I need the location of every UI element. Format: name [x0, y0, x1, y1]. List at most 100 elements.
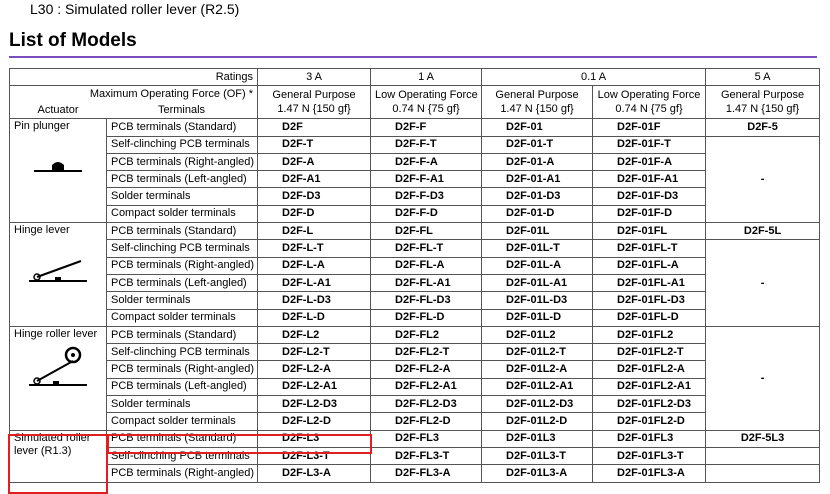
model-number: D2F-L-D3 — [257, 291, 372, 310]
model-number: D2F-01FL2 — [592, 325, 707, 345]
model-number: D2F-FL3-T — [370, 446, 483, 466]
model-number: D2F-L-A — [257, 256, 372, 275]
terminal-type: PCB terminals (Right-angled) — [105, 152, 259, 172]
table-row: Hinge lever PCB terminals (Standard) D2F-L… — [9, 222, 821, 327]
model-number: D2F-L2 — [257, 325, 372, 345]
model-number: D2F-F — [370, 118, 483, 137]
force-label: Maximum Operating Force (OF) * — [89, 88, 254, 101]
model-number: D2F-01-A1 — [481, 170, 594, 189]
model-number: D2F-F-T — [370, 135, 483, 154]
model-number: D2F-F-D — [370, 204, 483, 224]
terminal-type: Compact solder terminals — [105, 308, 259, 327]
force-col-1-name: General Purpose — [272, 89, 356, 102]
actuator-cell: Hinge lever — [9, 222, 107, 327]
model-number: D2F-01FL2-D3 — [592, 395, 707, 414]
model-number: D2F-FL-D3 — [370, 291, 483, 310]
terminal-type: Solder terminals — [105, 187, 259, 206]
model-5a: D2F-5L3 — [705, 429, 821, 448]
model-number: D2F-L — [257, 222, 372, 241]
model-number: D2F-01L2-A1 — [481, 377, 594, 397]
ratings-label: Ratings — [8, 67, 259, 87]
model-number: D2F-FL-D — [370, 308, 483, 327]
terminal-type: Compact solder terminals — [105, 412, 259, 431]
model-number: D2F-01L3 — [481, 429, 594, 448]
model-number: D2F-01FL2-A1 — [592, 377, 707, 397]
model-number: D2F-01FL-D — [592, 308, 707, 327]
model-number: D2F-FL3-A — [370, 464, 483, 483]
model-number: D2F-01L3-A — [481, 464, 594, 483]
model-number: D2F-FL2-T — [370, 343, 483, 362]
actuator-name: Pin plunger — [14, 120, 70, 133]
model-number: D2F-L2-D — [257, 412, 372, 431]
terminal-type: Solder terminals — [105, 395, 259, 414]
model-number: D2F-01F-D — [592, 204, 707, 224]
table-row: PCB terminals (Left-angled) D2F-A1 D2F-F-A… — [10, 170, 820, 189]
terminal-type: PCB terminals (Standard) — [105, 222, 259, 241]
model-number: D2F-01L2 — [481, 325, 594, 345]
model-number: D2F-01L — [481, 222, 594, 241]
pin-plunger-icon — [14, 151, 102, 185]
force-col-3-name: General Purpose — [495, 89, 579, 102]
model-number: D2F-01F-D3 — [592, 187, 707, 206]
models-table: Ratings 3 A 1 A 0.1 A 5 A Maximum Operat… — [8, 67, 821, 483]
rating-1a: 1 A — [370, 67, 483, 87]
terminal-type: Self-clinching PCB terminals — [105, 343, 259, 362]
actuator-cell: Hinge roller lever — [9, 325, 107, 431]
model-number: D2F-D3 — [257, 187, 372, 206]
model-number: D2F-FL — [370, 222, 483, 241]
force-col-2-name: Low Operating Force — [375, 89, 478, 102]
model-number: D2F-01FL3-T — [592, 446, 707, 466]
force-col-2: Low Operating Force 0.74 N {75 gf} — [370, 85, 483, 120]
model-5a-none: - — [705, 135, 821, 224]
model-number: D2F-01L3-T — [481, 446, 594, 466]
model-number: D2F-01L2-T — [481, 343, 594, 362]
model-number: D2F-01FL2-A — [592, 360, 707, 379]
force-col-2-value: 0.74 N {75 gf} — [392, 103, 460, 116]
model-number: D2F-F-A — [370, 152, 483, 172]
terminal-type: PCB terminals (Right-angled) — [105, 360, 259, 379]
terminals-label: Terminals — [157, 104, 206, 117]
actuator-label: Actuator — [37, 104, 79, 117]
table-row: PCB terminals (Left-angled) D2F-L-A1 D2F-F… — [10, 273, 820, 293]
top-line: L30 : Simulated roller lever (R2.5) — [30, 1, 240, 17]
hinge-lever-icon — [14, 255, 102, 293]
model-number: D2F-FL2-D3 — [370, 395, 483, 414]
force-col-3-value: 1.47 N {150 gf} — [500, 103, 574, 116]
model-number: D2F-01FL-A — [592, 256, 707, 275]
terminal-type: PCB terminals (Right-angled) — [105, 256, 259, 275]
rating-5a: 5 A — [705, 67, 821, 87]
table-row: PCB terminals (Right-angled) D2F-L3-A D2F-… — [10, 464, 821, 483]
terminal-type: PCB terminals (Standard) — [105, 118, 259, 137]
model-number: D2F-01FL — [592, 222, 707, 241]
model-number: D2F-01FL3 — [592, 429, 707, 448]
model-number: D2F-01FL2-T — [592, 343, 707, 362]
model-5a: D2F-5L — [705, 222, 821, 241]
table-row: Compact solder terminals D2F-D D2F-F-D D2F-… — [10, 204, 820, 224]
model-number: D2F-01-D3 — [481, 187, 594, 206]
table-row: Compact solder terminals D2F-L-D D2F-FL-D D… — [10, 308, 820, 327]
model-number: D2F-01-D — [481, 204, 594, 224]
terminal-type: PCB terminals (Left-angled) — [105, 377, 259, 397]
actuator-name: Hinge roller lever — [14, 327, 98, 340]
model-number: D2F-FL2 — [370, 325, 483, 345]
model-number: D2F-01F-T — [592, 135, 707, 154]
force-col-4: Low Operating Force 0.74 N {75 gf} — [592, 85, 707, 120]
model-5a-none: - — [705, 325, 821, 431]
model-5a: D2F-5 — [705, 118, 821, 137]
model-number: D2F-01L-D3 — [481, 291, 594, 310]
model-number: D2F-01FL-T — [592, 239, 707, 258]
model-number: D2F-01FL-A1 — [592, 273, 707, 293]
terminal-type: Self-clinching PCB terminals — [105, 239, 259, 258]
model-number: D2F-01FL-D3 — [592, 291, 707, 310]
model-number: D2F-F-D3 — [370, 187, 483, 206]
table-row: PCB terminals (Right-angled) D2F-L2-A D2F-… — [10, 360, 820, 379]
force-col-5-name: General Purpose — [720, 89, 805, 102]
model-number: D2F-D — [257, 204, 372, 224]
terminal-type: PCB terminals (Standard) — [105, 325, 259, 345]
model-number: D2F-01 — [481, 118, 594, 137]
model-number: D2F-01F — [592, 118, 707, 137]
model-number: D2F-L-D — [257, 308, 372, 327]
model-number: D2F-01F-A — [592, 152, 707, 172]
model-number: D2F-01-T — [481, 135, 594, 154]
terminal-type: PCB terminals (Left-angled) — [105, 273, 259, 293]
